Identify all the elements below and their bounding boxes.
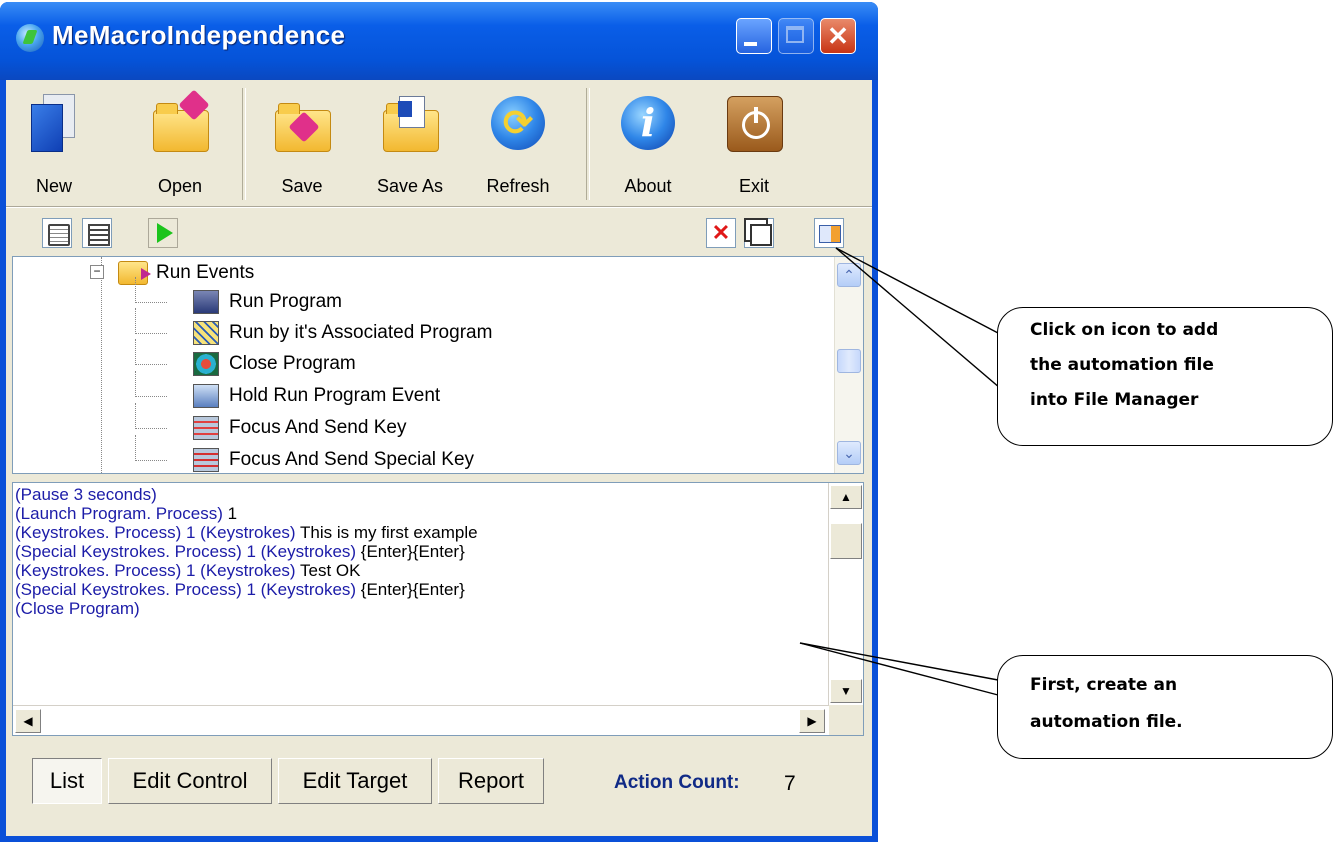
callout-add-file: Click on icon to add the automation file… [997,307,1333,446]
callout-text: the automation file [1030,355,1214,375]
callout-text: into File Manager [1030,390,1199,410]
callout-create-file: First, create an automation file. [997,655,1333,759]
callout-text: automation file. [1030,712,1183,732]
callout-text: First, create an [1030,675,1178,695]
callout-text: Click on icon to add [1030,320,1219,340]
